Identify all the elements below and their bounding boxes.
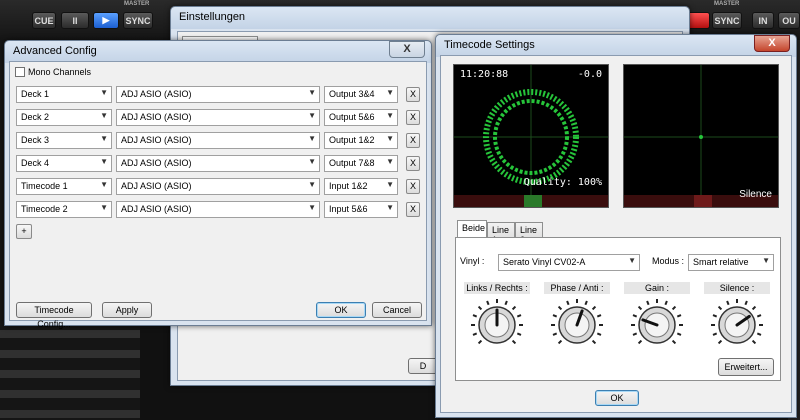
quality-readout: Quality: 100% [523, 177, 602, 188]
timecode-ok-button[interactable]: OK [595, 390, 639, 406]
device-select[interactable]: ADJ ASIO (ASIO) ▼ [116, 86, 320, 103]
knob[interactable] [470, 298, 524, 352]
device-select[interactable]: ADJ ASIO (ASIO) ▼ [116, 178, 320, 195]
knob-label: Silence : [704, 282, 770, 294]
pause-button[interactable]: II [61, 12, 89, 29]
advanced-config-title: Advanced Config [5, 41, 431, 63]
output-select[interactable]: Output 3&4 ▼ [324, 86, 398, 103]
apply-button[interactable]: Apply [102, 302, 152, 318]
advanced-config-window: Advanced Config X Mono Channels Deck 1 ▼ A… [4, 40, 432, 329]
mono-channels-checkbox[interactable] [15, 67, 25, 77]
channel-select[interactable]: Deck 4 ▼ [16, 155, 112, 172]
channel-select[interactable]: Timecode 2 ▼ [16, 201, 112, 218]
sync-button[interactable]: SYNC [123, 12, 153, 29]
master-label: MASTER [124, 1, 150, 7]
loop-out-button[interactable]: OU [778, 12, 800, 29]
loop-in-button[interactable]: IN [752, 12, 774, 29]
timecode-settings-window: Timecode Settings X 11:20:88 -0.0 Qualit… [435, 34, 797, 418]
advanced-client: Mono Channels Deck 1 ▼ ADJ ASIO (ASIO) ▼ Out… [9, 61, 427, 329]
modus-select[interactable]: Smart relative ▼ [688, 254, 774, 271]
output-select[interactable]: Output 1&2 ▼ [324, 132, 398, 149]
remove-channel-button[interactable]: X [406, 87, 420, 102]
output-select[interactable]: Input 5&6 ▼ [324, 201, 398, 218]
device-select[interactable]: ADJ ASIO (ASIO) ▼ [116, 201, 320, 218]
output-select[interactable]: Output 5&6 ▼ [324, 109, 398, 126]
cue-button[interactable]: CUE [32, 12, 56, 29]
channel-select[interactable]: Deck 2 ▼ [16, 109, 112, 126]
timecode-time: 11:20:88 [460, 69, 509, 80]
remove-channel-button[interactable]: X [406, 179, 420, 194]
ok-button[interactable]: OK [316, 302, 366, 318]
cancel-button[interactable]: Cancel [372, 302, 422, 318]
knob-label: Gain : [624, 282, 690, 294]
remove-channel-button[interactable]: X [406, 202, 420, 217]
knob-label: Phase / Anti : [544, 282, 610, 294]
channel-select[interactable]: Timecode 1 ▼ [16, 178, 112, 195]
master-label-right: MASTER [714, 1, 740, 7]
vinyl-select[interactable]: Serato Vinyl CV02-A ▼ [498, 254, 640, 271]
knob-label: Links / Rechts : [464, 282, 530, 294]
output-select[interactable]: Input 1&2 ▼ [324, 178, 398, 195]
knob[interactable] [550, 298, 604, 352]
erweitert-button[interactable]: Erweitert... [718, 358, 774, 376]
advanced-close-button[interactable]: X [389, 41, 425, 58]
output-select[interactable]: Output 7&8 ▼ [324, 155, 398, 172]
timecode-settings-title: Timecode Settings [436, 35, 796, 57]
timecode-config-button[interactable]: Timecode Config... [16, 302, 92, 329]
modus-label: Modus : [652, 256, 685, 266]
settings-partial-button[interactable]: D [408, 358, 438, 374]
mono-channels-label: Mono Channels [28, 67, 92, 77]
knob[interactable] [630, 298, 684, 352]
sync-right-button[interactable]: SYNC [712, 12, 742, 29]
tab-panel: Vinyl : Serato Vinyl CV02-A ▼ Modus : Sma… [455, 237, 781, 381]
channel-select[interactable]: Deck 1 ▼ [16, 86, 112, 103]
timecode-client: 11:20:88 -0.0 Quality: 100% Silence Beid… [440, 55, 792, 413]
add-channel-button[interactable]: + [16, 224, 32, 239]
remove-channel-button[interactable]: X [406, 110, 420, 125]
timecode-pitch: -0.0 [577, 69, 602, 80]
play-button[interactable]: ▶ [93, 12, 119, 29]
timecode-scope-left: 11:20:88 -0.0 Quality: 100% [453, 64, 609, 208]
silence-status: Silence [739, 189, 772, 200]
remove-channel-button[interactable]: X [406, 133, 420, 148]
timecode-close-button[interactable]: X [754, 35, 790, 52]
knob[interactable] [710, 298, 764, 352]
tab-line-2[interactable]: Line 2 [515, 222, 543, 245]
tab-beide[interactable]: Beide [457, 220, 487, 238]
channel-select[interactable]: Deck 3 ▼ [16, 132, 112, 149]
device-select[interactable]: ADJ ASIO (ASIO) ▼ [116, 155, 320, 172]
settings-title: Einstellungen [171, 7, 689, 29]
timecode-scope-right: Silence [623, 64, 779, 208]
device-select[interactable]: ADJ ASIO (ASIO) ▼ [116, 132, 320, 149]
remove-channel-button[interactable]: X [406, 156, 420, 171]
tab-line-1[interactable]: Line 1 [487, 222, 515, 245]
scope-right-graphic [624, 65, 778, 207]
vinyl-label: Vinyl : [460, 256, 485, 266]
device-select[interactable]: ADJ ASIO (ASIO) ▼ [116, 109, 320, 126]
